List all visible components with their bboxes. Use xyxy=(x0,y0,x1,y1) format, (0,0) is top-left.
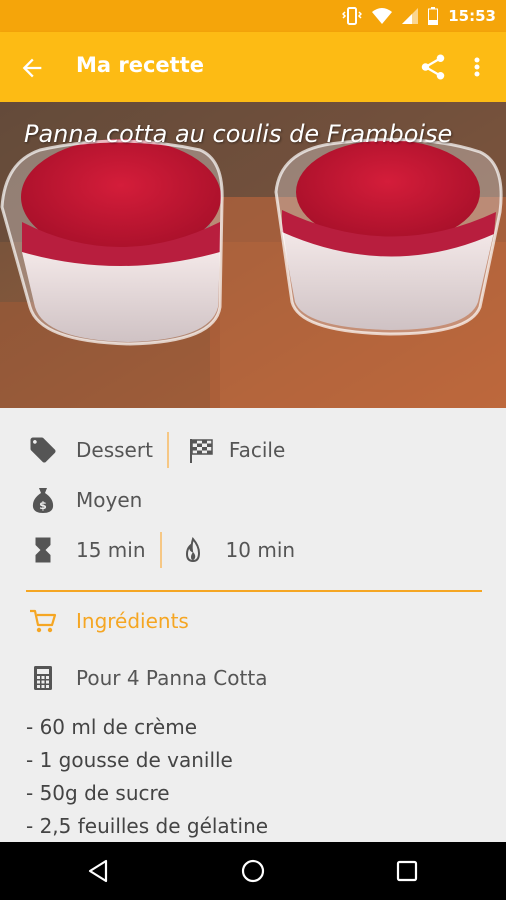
category-label: Dessert xyxy=(76,438,153,462)
time-row: 15 min 10 min xyxy=(26,530,295,570)
wifi-icon xyxy=(372,8,393,24)
section-divider xyxy=(26,590,482,592)
servings-row: Pour 4 Panna Cotta xyxy=(26,658,267,698)
back-triangle-icon[interactable] xyxy=(86,858,112,884)
recents-square-icon[interactable] xyxy=(394,858,420,884)
home-circle-icon[interactable] xyxy=(240,858,266,884)
cell-signal-icon xyxy=(402,8,419,24)
cart-icon xyxy=(26,604,60,638)
back-arrow-icon[interactable] xyxy=(18,54,46,82)
status-icons: 15:53 xyxy=(342,6,496,26)
divider xyxy=(166,432,169,468)
recipe-photo: Panna cotta au coulis de Framboise xyxy=(0,102,506,408)
status-bar: 15:53 xyxy=(0,0,506,32)
ingredient-list: - 60 ml de crème - 1 gousse de vanille -… xyxy=(26,711,268,843)
divider xyxy=(159,532,162,568)
ingredients-header: Ingrédients xyxy=(26,601,189,641)
app-bar: Ma recette xyxy=(0,32,506,102)
battery-icon xyxy=(428,7,439,25)
category-row: Dessert Facile xyxy=(26,430,285,470)
hourglass-icon xyxy=(26,533,60,567)
list-item: - 1 gousse de vanille xyxy=(26,748,233,772)
cost-label: Moyen xyxy=(76,488,143,512)
recipe-title: Panna cotta au coulis de Framboise xyxy=(24,120,453,148)
list-item: - 50g de sucre xyxy=(26,781,170,805)
svg-text:$: $ xyxy=(39,499,47,512)
navigation-bar xyxy=(0,842,506,900)
ingredients-heading: Ingrédients xyxy=(76,609,189,633)
flame-icon xyxy=(176,533,210,567)
more-vert-icon[interactable] xyxy=(468,52,486,82)
share-icon[interactable] xyxy=(418,52,448,82)
difficulty-label: Facile xyxy=(228,438,286,462)
cook-time-label: 10 min xyxy=(225,538,296,562)
tag-icon xyxy=(26,433,60,467)
calculator-icon xyxy=(26,661,60,695)
prep-time-label: 15 min xyxy=(76,538,146,562)
servings-label: Pour 4 Panna Cotta xyxy=(76,666,268,690)
vibrate-icon xyxy=(342,7,363,25)
checkered-flag-icon xyxy=(183,433,217,467)
list-item: - 2,5 feuilles de gélatine xyxy=(26,814,269,838)
money-bag-icon: $ xyxy=(26,483,60,517)
status-time: 15:53 xyxy=(448,7,496,25)
cost-row: $ Moyen xyxy=(26,480,142,520)
list-item: - 60 ml de crème xyxy=(26,715,198,739)
page-title: Ma recette xyxy=(76,53,204,77)
